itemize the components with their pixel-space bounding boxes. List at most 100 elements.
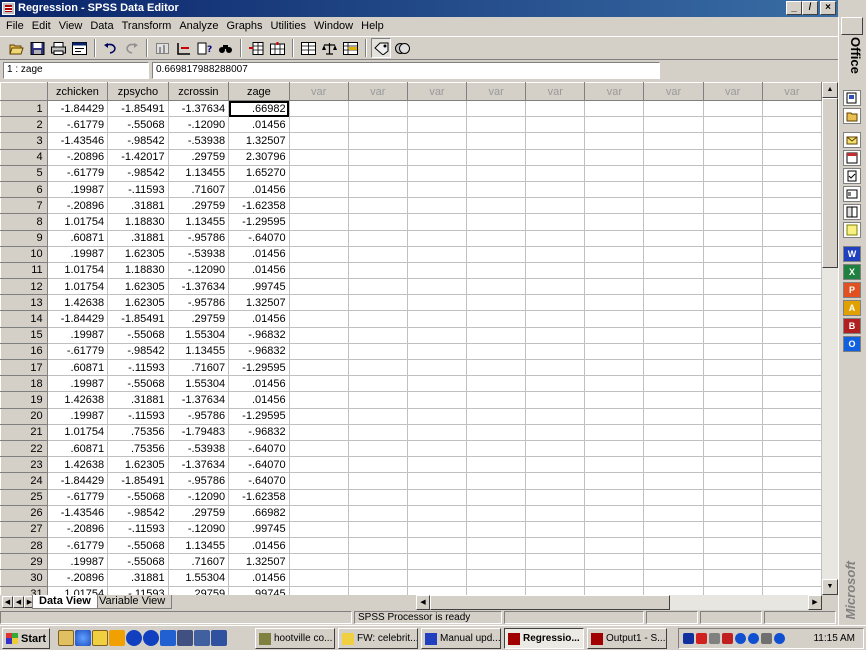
data-cell[interactable]: 1.62305: [107, 245, 169, 263]
data-cell[interactable]: -.55068: [107, 326, 169, 344]
empty-cell[interactable]: [525, 456, 586, 474]
empty-cell[interactable]: [702, 116, 763, 134]
data-cell[interactable]: -1.29595: [228, 358, 290, 377]
empty-cell[interactable]: [643, 310, 704, 328]
empty-cell[interactable]: [584, 423, 645, 441]
empty-cell[interactable]: [761, 310, 822, 328]
empty-cell[interactable]: [702, 278, 763, 296]
data-cell[interactable]: -.12090: [167, 116, 230, 134]
empty-cell[interactable]: [525, 213, 586, 231]
use-sets-icon[interactable]: [392, 38, 412, 58]
empty-cell[interactable]: [761, 391, 822, 409]
empty-cell[interactable]: [761, 488, 822, 506]
empty-cell[interactable]: [466, 342, 527, 361]
new-message-icon[interactable]: [843, 132, 861, 148]
tray-app-icon[interactable]: [683, 633, 694, 644]
menu-analyze[interactable]: Analyze: [175, 20, 222, 32]
data-cell[interactable]: -.98542: [107, 132, 169, 150]
empty-cell[interactable]: [702, 569, 763, 587]
empty-cell[interactable]: [702, 229, 763, 247]
empty-cell[interactable]: [702, 148, 763, 166]
data-cell[interactable]: -.61779: [46, 342, 109, 361]
empty-cell[interactable]: [643, 504, 704, 522]
empty-cell[interactable]: [347, 375, 408, 393]
empty-cell[interactable]: [702, 407, 763, 425]
empty-cell[interactable]: [643, 520, 704, 539]
empty-cell[interactable]: [643, 391, 704, 409]
open-office-document-icon[interactable]: [843, 108, 861, 124]
empty-cell[interactable]: [584, 456, 645, 474]
variables-icon[interactable]: ?: [194, 38, 214, 58]
menu-graphs[interactable]: Graphs: [222, 20, 266, 32]
empty-cell[interactable]: [406, 375, 468, 393]
menu-view[interactable]: View: [55, 20, 87, 32]
data-cell[interactable]: -1.37634: [167, 391, 230, 409]
data-cell[interactable]: .60871: [46, 439, 109, 458]
empty-cell[interactable]: [406, 245, 468, 263]
empty-cell[interactable]: [347, 213, 408, 231]
office-menu-button[interactable]: [841, 17, 863, 35]
empty-cell[interactable]: [288, 294, 349, 312]
empty-cell[interactable]: [406, 407, 468, 425]
select-cases-icon[interactable]: [340, 38, 360, 58]
empty-cell[interactable]: [761, 342, 822, 361]
redo-icon[interactable]: [121, 38, 141, 58]
empty-cell[interactable]: [702, 358, 763, 377]
data-cell[interactable]: .66982: [228, 504, 290, 522]
empty-cell[interactable]: [761, 245, 822, 263]
empty-cell[interactable]: [702, 520, 763, 539]
data-cell[interactable]: -1.79483: [167, 423, 230, 441]
row-header[interactable]: 7: [0, 197, 48, 215]
new-appointment-icon[interactable]: [843, 150, 861, 166]
data-cell[interactable]: -1.42017: [107, 148, 169, 166]
empty-cell[interactable]: [525, 488, 586, 506]
empty-cell[interactable]: [525, 310, 586, 328]
dialog-recall-icon[interactable]: [69, 38, 89, 58]
data-cell[interactable]: .01456: [228, 569, 290, 587]
cell-reference-field[interactable]: 1 : zage: [3, 62, 149, 79]
outlook-express-icon[interactable]: [92, 630, 108, 646]
data-cell[interactable]: .31881: [107, 229, 169, 247]
empty-cell[interactable]: [406, 456, 468, 474]
data-cell[interactable]: -.95786: [167, 229, 230, 247]
data-cell[interactable]: -1.43546: [46, 132, 109, 150]
empty-cell[interactable]: [702, 488, 763, 506]
data-cell[interactable]: -1.85491: [107, 310, 169, 328]
empty-cell[interactable]: [347, 245, 408, 263]
empty-cell[interactable]: [643, 99, 704, 118]
empty-cell[interactable]: [406, 358, 468, 377]
data-cell[interactable]: -1.62358: [228, 197, 290, 215]
menu-edit[interactable]: Edit: [28, 20, 55, 32]
empty-cell[interactable]: [406, 439, 468, 458]
data-cell[interactable]: -1.84429: [46, 310, 109, 328]
data-cell[interactable]: .60871: [46, 358, 109, 377]
row-header[interactable]: 27: [0, 520, 48, 539]
empty-cell[interactable]: [466, 569, 527, 587]
empty-cell[interactable]: [584, 116, 645, 134]
empty-cell[interactable]: [288, 358, 349, 377]
row-header[interactable]: 1: [0, 99, 48, 118]
empty-cell[interactable]: [406, 423, 468, 441]
empty-cell[interactable]: [466, 197, 527, 215]
row-header[interactable]: 20: [0, 407, 48, 425]
data-cell[interactable]: -1.85491: [107, 472, 169, 490]
column-header-empty-var[interactable]: var: [466, 82, 527, 101]
row-header[interactable]: 30: [0, 569, 48, 587]
empty-cell[interactable]: [584, 472, 645, 490]
empty-cell[interactable]: [525, 278, 586, 296]
data-cell[interactable]: .29759: [167, 148, 230, 166]
empty-cell[interactable]: [643, 537, 704, 555]
empty-cell[interactable]: [525, 132, 586, 150]
data-cell[interactable]: 1.42638: [46, 294, 109, 312]
empty-cell[interactable]: [525, 553, 586, 571]
empty-cell[interactable]: [406, 294, 468, 312]
system-clock[interactable]: 11:15 AM: [813, 633, 855, 644]
empty-cell[interactable]: [288, 116, 349, 134]
menu-utilities[interactable]: Utilities: [267, 20, 310, 32]
row-header[interactable]: 12: [0, 278, 48, 296]
quick-launch-app-icon[interactable]: [143, 630, 159, 646]
vertical-scrollbar[interactable]: ▲ ▼: [822, 82, 838, 595]
empty-cell[interactable]: [288, 148, 349, 166]
empty-cell[interactable]: [761, 197, 822, 215]
value-labels-icon[interactable]: [371, 38, 391, 58]
